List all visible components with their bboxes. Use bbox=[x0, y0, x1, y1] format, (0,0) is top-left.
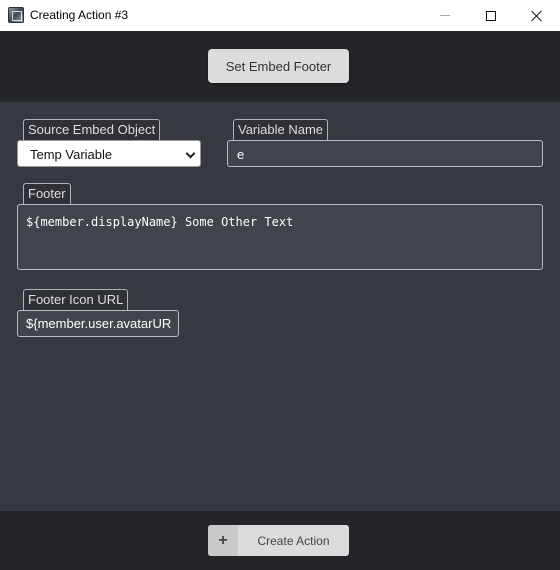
set-embed-footer-button[interactable]: Set Embed Footer bbox=[208, 49, 349, 83]
bottom-bar: + Create Action bbox=[0, 511, 560, 570]
close-icon bbox=[531, 10, 543, 22]
footer-icon-url-label: Footer Icon URL bbox=[23, 289, 129, 310]
footer-textarea[interactable]: ${member.displayName} Some Other Text bbox=[17, 204, 543, 270]
chevron-down-icon bbox=[185, 148, 196, 159]
source-embed-label: Source Embed Object bbox=[23, 119, 161, 140]
title-bar: Creating Action #3 bbox=[0, 0, 560, 31]
source-embed-value: Temp Variable bbox=[30, 147, 113, 162]
variable-name-label: Variable Name bbox=[233, 119, 329, 140]
form-body: Source Embed Object Temp Variable Variab… bbox=[0, 102, 560, 511]
plus-icon: + bbox=[208, 525, 238, 556]
window-title: Creating Action #3 bbox=[30, 8, 129, 22]
close-button[interactable] bbox=[514, 0, 560, 31]
minimize-button[interactable] bbox=[422, 0, 468, 31]
footer-icon-url-input[interactable]: ${member.user.avatarUR bbox=[17, 310, 179, 337]
minimize-icon bbox=[440, 15, 450, 16]
source-embed-select[interactable]: Temp Variable bbox=[17, 140, 201, 167]
create-action-label: Create Action bbox=[257, 533, 330, 548]
create-action-button[interactable]: + Create Action bbox=[208, 525, 349, 556]
variable-name-input[interactable]: e bbox=[227, 140, 543, 167]
maximize-button[interactable] bbox=[468, 0, 514, 31]
app-icon bbox=[8, 7, 24, 23]
maximize-icon bbox=[486, 10, 496, 21]
footer-label: Footer bbox=[23, 183, 71, 204]
header-bar: Set Embed Footer bbox=[0, 31, 560, 102]
